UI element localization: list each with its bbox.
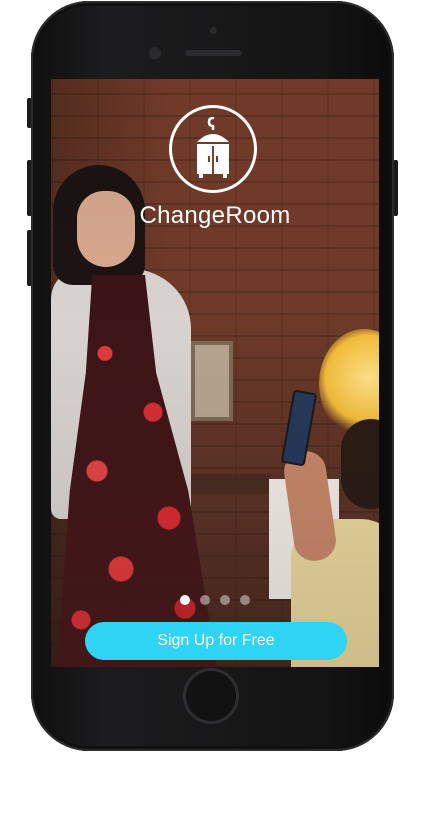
dressing-room-wardrobe-icon	[169, 105, 257, 193]
app-title: ChangeRoom	[139, 202, 291, 229]
onboarding-screen: ChangeRoom Sign Up for Free	[51, 79, 379, 667]
sign-up-button[interactable]: Sign Up for Free	[85, 622, 347, 660]
home-button[interactable]	[183, 668, 239, 724]
pagination-dots	[51, 595, 379, 605]
device-mockup-stage: ChangeRoom Sign Up for Free	[0, 0, 424, 825]
proximity-sensor	[210, 27, 217, 34]
earpiece-speaker	[185, 50, 242, 56]
wardrobe-logo-svg	[197, 116, 229, 178]
page-dot-4[interactable]	[240, 595, 250, 605]
page-dot-1[interactable]	[180, 595, 190, 605]
page-dot-3[interactable]	[220, 595, 230, 605]
page-dot-2[interactable]	[200, 595, 210, 605]
front-camera-icon	[149, 47, 161, 59]
